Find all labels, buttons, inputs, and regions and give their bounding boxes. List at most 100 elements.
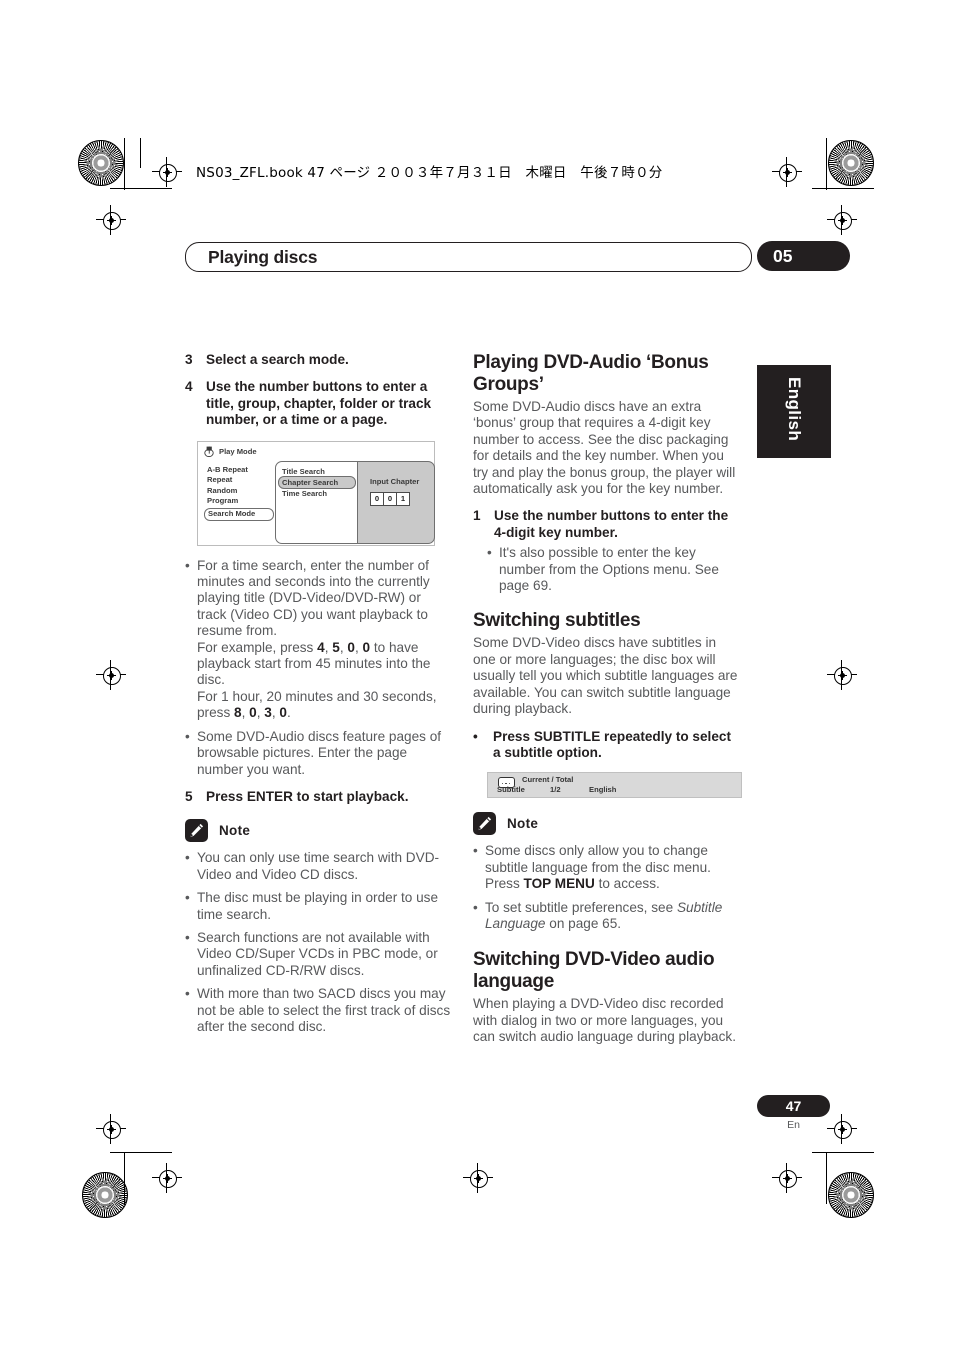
page-language-code: En [787, 1119, 800, 1131]
play-mode-osd-figure: Play Mode A-B Repeat Repeat Random Progr… [197, 440, 435, 546]
subtitle-instruction: • Press SUBTITLE repeatedly to select a s… [473, 729, 741, 762]
language-side-tab-label: English [785, 377, 804, 442]
subtitle-current-total-label: Current / Total [522, 775, 574, 785]
search-option-title-search[interactable]: Title Search [282, 467, 325, 476]
example-key-0d: 0 [279, 705, 287, 721]
bonus-step-1-number: 1 [473, 508, 481, 524]
crop-line-tl-h [110, 188, 172, 190]
example-key-0a: 0 [347, 639, 355, 655]
bullet-glyph: • [185, 557, 190, 573]
step-5-number: 5 [185, 788, 193, 804]
crop-line-bl-v [124, 1152, 126, 1204]
example-key-0c: 0 [249, 705, 257, 721]
bullet-time-search-text: For a time search, enter the number of m… [197, 557, 430, 639]
list-item: • The disc must be playing in order to us… [185, 890, 453, 923]
example-key-8: 8 [234, 705, 242, 721]
language-side-tab: English [757, 365, 831, 458]
bullet-browsable-pictures-text: Some DVD-Audio discs feature pages of br… [197, 728, 442, 777]
input-digit-2[interactable]: 0 [383, 491, 397, 506]
crop-line-tr-h [812, 188, 874, 190]
list-item: • Some discs only allow you to change su… [473, 843, 741, 892]
step-5: 5 Press ENTER to start playback. [185, 789, 453, 805]
print-file-header-text: NS03_ZFL.book 47 ページ ２００３年７月３１日 木曜日 午後７時… [196, 165, 663, 181]
print-star-mark-bottom-left [82, 1172, 128, 1218]
subtitle-value: 1/2 [550, 785, 561, 795]
crop-line-tl-v [124, 138, 126, 190]
left-bullets-search: • For a time search, enter the number of… [185, 558, 453, 778]
play-mode-menu-item-search-mode[interactable]: Search Mode [204, 508, 274, 521]
example-key-5: 5 [332, 639, 340, 655]
pencil-note-icon [185, 819, 208, 843]
list-item: • For a time search, enter the number of… [185, 557, 437, 721]
left-column: 3 Select a search mode. 4 Use the number… [185, 352, 453, 1046]
subtitle-field-label: Subtitle [497, 785, 525, 795]
note-left-item-2: The disc must be playing in order to use… [197, 890, 439, 922]
input-digit-3[interactable]: 1 [396, 491, 410, 506]
example-2-post: . [286, 705, 291, 721]
registration-mark-left-middle [96, 660, 126, 690]
list-item: • With more than two SACD discs you may n… [185, 986, 453, 1035]
note-label-left: Note [219, 823, 251, 839]
heading-dvd-video-audio-language: Switching DVD-Video audio language [473, 949, 715, 993]
registration-mark-top-left [152, 157, 182, 187]
play-mode-menu-item-program[interactable]: Program [204, 496, 274, 507]
bullet-glyph: • [185, 986, 190, 1002]
subtitle-language-value: English [589, 785, 617, 795]
example-key-0b: 0 [362, 639, 371, 655]
input-chapter-label: Input Chapter [370, 476, 420, 486]
bullet-glyph: • [487, 545, 492, 561]
bonus-step-1-text: Use the number buttons to enter the 4-di… [494, 508, 729, 540]
input-chapter-digits[interactable]: 0 0 1 [370, 491, 410, 506]
body-dvd-video-audio-language: When playing a DVD-Video disc recorded w… [473, 996, 736, 1045]
play-mode-menu-item-repeat[interactable]: Repeat [204, 475, 274, 486]
play-mode-menu-list: A-B Repeat Repeat Random Program Search … [204, 465, 274, 521]
pencil-note-icon [473, 812, 496, 836]
registration-mark-left-upper [96, 205, 126, 235]
search-option-time-search[interactable]: Time Search [282, 489, 327, 498]
bullet-glyph: • [185, 728, 190, 744]
heading-switching-subtitles: Switching subtitles [473, 610, 641, 632]
play-mode-menu-item-ab-repeat[interactable]: A-B Repeat [204, 465, 274, 476]
list-item: • It's also possible to enter the key num… [487, 545, 741, 594]
heading-bonus-groups: Playing DVD-Audio ‘Bonus Groups’ [473, 352, 709, 395]
registration-mark-right-middle [827, 660, 857, 690]
note-left-item-4: With more than two SACD discs you may no… [197, 986, 451, 1034]
note-header-right: Note [473, 812, 741, 836]
example-2-pre: For 1 hour, 20 minutes and 30 seconds, p… [197, 688, 437, 721]
step-4-number: 4 [185, 379, 193, 395]
note-bullets-right: • Some discs only allow you to change su… [473, 843, 741, 932]
list-item: • Press SUBTITLE repeatedly to select a s… [473, 729, 741, 762]
chapter-title-bar: Playing discs [185, 242, 752, 272]
note-right-top-menu-key: TOP MENU [523, 876, 595, 892]
bullet-glyph: • [473, 843, 478, 859]
registration-mark-right-lower [827, 1114, 857, 1144]
step-3: 3 Select a search mode. [185, 352, 453, 368]
right-column: Playing DVD-Audio ‘Bonus Groups’ Some DV… [473, 352, 742, 1057]
crop-line-bl-h [110, 1152, 172, 1154]
subtitle-osd-bar: Current / Total Subtitle 1/2 English [487, 772, 742, 799]
step-4-text: Use the number buttons to enter a title,… [206, 379, 432, 428]
registration-mark-right-upper [827, 205, 857, 235]
note-right-item-1-post: to access. [594, 876, 660, 892]
page-number: 47 [785, 1098, 802, 1114]
play-mode-disc-icon [204, 446, 214, 457]
chapter-number-badge: 05 [757, 241, 850, 271]
bullet-glyph: • [185, 850, 190, 866]
note-right-item-2-post: on page 65. [545, 915, 622, 931]
search-option-chapter-search[interactable]: Chapter Search [282, 478, 338, 487]
crop-line-br-v [826, 1152, 828, 1204]
note-right-item-2-pre: To set subtitle preferences, see [485, 899, 677, 915]
pencil-glyph [478, 817, 492, 831]
play-mode-menu-item-random[interactable]: Random [204, 486, 274, 497]
bullet-glyph: • [185, 929, 190, 945]
bonus-bullet-options-menu: It's also possible to enter the key numb… [499, 545, 719, 594]
list-item: • Some DVD-Audio discs feature pages of … [185, 729, 453, 778]
chapter-number: 05 [773, 246, 793, 266]
step-3-number: 3 [185, 352, 193, 367]
manual-page: NS03_ZFL.book 47 ページ ２００３年７月３１日 木曜日 午後７時… [0, 0, 954, 1351]
list-item: • You can only use time search with DVD-V… [185, 850, 453, 883]
subtitle-instruction-text: Press SUBTITLE repeatedly to select a su… [493, 728, 731, 760]
pencil-glyph [190, 824, 204, 838]
bonus-step-1: 1 Use the number buttons to enter the 4-… [473, 508, 741, 541]
input-digit-1[interactable]: 0 [370, 491, 384, 506]
